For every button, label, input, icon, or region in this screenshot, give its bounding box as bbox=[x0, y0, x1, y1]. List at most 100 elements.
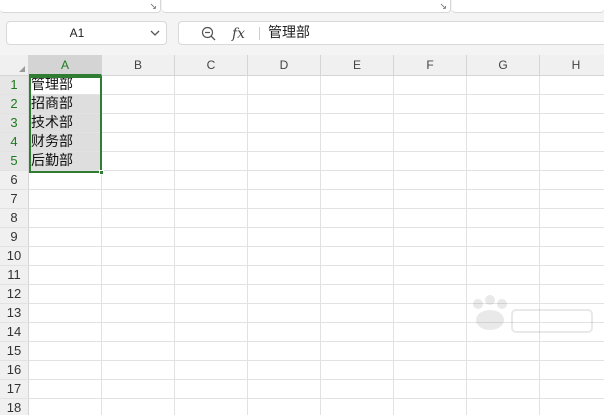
cell-g1[interactable] bbox=[467, 76, 540, 95]
cell-b11[interactable] bbox=[102, 266, 175, 285]
cell-f11[interactable] bbox=[394, 266, 467, 285]
cell-d12[interactable] bbox=[248, 285, 321, 304]
name-box-value[interactable]: A1 bbox=[7, 22, 147, 44]
cell-e14[interactable] bbox=[321, 323, 394, 342]
cell-d17[interactable] bbox=[248, 380, 321, 399]
cell-g16[interactable] bbox=[467, 361, 540, 380]
column-header-h[interactable]: H bbox=[540, 55, 604, 76]
column-header-b[interactable]: B bbox=[102, 55, 175, 76]
cell-c7[interactable] bbox=[175, 190, 248, 209]
cell-b7[interactable] bbox=[102, 190, 175, 209]
cell-h17[interactable] bbox=[540, 380, 604, 399]
cell-d9[interactable] bbox=[248, 228, 321, 247]
cell-c3[interactable] bbox=[175, 114, 248, 133]
cell-c8[interactable] bbox=[175, 209, 248, 228]
cell-e13[interactable] bbox=[321, 304, 394, 323]
cell-c17[interactable] bbox=[175, 380, 248, 399]
cell-h2[interactable] bbox=[540, 95, 604, 114]
cell-e7[interactable] bbox=[321, 190, 394, 209]
cell-e5[interactable] bbox=[321, 152, 394, 171]
cell-b6[interactable] bbox=[102, 171, 175, 190]
cell-f6[interactable] bbox=[394, 171, 467, 190]
cell-g7[interactable] bbox=[467, 190, 540, 209]
cell-a11[interactable] bbox=[29, 266, 102, 285]
cell-d3[interactable] bbox=[248, 114, 321, 133]
cell-b10[interactable] bbox=[102, 247, 175, 266]
cell-d16[interactable] bbox=[248, 361, 321, 380]
row-header-15[interactable]: 15 bbox=[0, 342, 29, 361]
cell-a9[interactable] bbox=[29, 228, 102, 247]
cell-d2[interactable] bbox=[248, 95, 321, 114]
cell-e4[interactable] bbox=[321, 133, 394, 152]
cell-h8[interactable] bbox=[540, 209, 604, 228]
row-header-5[interactable]: 5 bbox=[0, 152, 29, 171]
row-header-18[interactable]: 18 bbox=[0, 399, 29, 415]
cell-c4[interactable] bbox=[175, 133, 248, 152]
cell-f12[interactable] bbox=[394, 285, 467, 304]
cell-g17[interactable] bbox=[467, 380, 540, 399]
spreadsheet-grid[interactable]: A B C D E F G H 1 管理部 2 招商部 3 技术部 4 财务部 5 后勤部 6 7 8 9 10 11 12 13… bbox=[0, 55, 604, 415]
cell-h4[interactable] bbox=[540, 133, 604, 152]
cell-a10[interactable] bbox=[29, 247, 102, 266]
cell-g3[interactable] bbox=[467, 114, 540, 133]
cell-a6[interactable] bbox=[29, 171, 102, 190]
cell-h16[interactable] bbox=[540, 361, 604, 380]
cell-f10[interactable] bbox=[394, 247, 467, 266]
cell-a1[interactable]: 管理部 bbox=[29, 76, 102, 95]
cell-d10[interactable] bbox=[248, 247, 321, 266]
formula-input[interactable]: 管理部 bbox=[268, 22, 310, 44]
row-header-10[interactable]: 10 bbox=[0, 247, 29, 266]
cell-d7[interactable] bbox=[248, 190, 321, 209]
cell-e3[interactable] bbox=[321, 114, 394, 133]
cell-c5[interactable] bbox=[175, 152, 248, 171]
cell-c9[interactable] bbox=[175, 228, 248, 247]
dialog-launcher-icon[interactable]: ↘ bbox=[439, 2, 447, 12]
cell-h3[interactable] bbox=[540, 114, 604, 133]
cell-h11[interactable] bbox=[540, 266, 604, 285]
cell-g4[interactable] bbox=[467, 133, 540, 152]
zoom-icon[interactable] bbox=[201, 26, 216, 41]
cell-c15[interactable] bbox=[175, 342, 248, 361]
cell-a5[interactable]: 后勤部 bbox=[29, 152, 102, 171]
cell-c10[interactable] bbox=[175, 247, 248, 266]
cell-a2[interactable]: 招商部 bbox=[29, 95, 102, 114]
cell-d14[interactable] bbox=[248, 323, 321, 342]
cell-d15[interactable] bbox=[248, 342, 321, 361]
column-header-a[interactable]: A bbox=[29, 55, 102, 76]
cell-f8[interactable] bbox=[394, 209, 467, 228]
cell-c11[interactable] bbox=[175, 266, 248, 285]
cell-b8[interactable] bbox=[102, 209, 175, 228]
cell-f3[interactable] bbox=[394, 114, 467, 133]
cell-h18[interactable] bbox=[540, 399, 604, 415]
cell-b9[interactable] bbox=[102, 228, 175, 247]
select-all-corner[interactable] bbox=[0, 55, 29, 76]
cell-g6[interactable] bbox=[467, 171, 540, 190]
cell-f4[interactable] bbox=[394, 133, 467, 152]
row-header-1[interactable]: 1 bbox=[0, 76, 29, 95]
row-header-9[interactable]: 9 bbox=[0, 228, 29, 247]
cell-a17[interactable] bbox=[29, 380, 102, 399]
column-header-g[interactable]: G bbox=[467, 55, 540, 76]
cell-a15[interactable] bbox=[29, 342, 102, 361]
cell-f18[interactable] bbox=[394, 399, 467, 415]
row-header-2[interactable]: 2 bbox=[0, 95, 29, 114]
cell-e17[interactable] bbox=[321, 380, 394, 399]
cell-a12[interactable] bbox=[29, 285, 102, 304]
cell-b4[interactable] bbox=[102, 133, 175, 152]
cell-b14[interactable] bbox=[102, 323, 175, 342]
cell-d1[interactable] bbox=[248, 76, 321, 95]
name-box[interactable]: A1 bbox=[6, 21, 167, 45]
row-header-7[interactable]: 7 bbox=[0, 190, 29, 209]
cell-b17[interactable] bbox=[102, 380, 175, 399]
row-header-6[interactable]: 6 bbox=[0, 171, 29, 190]
row-header-8[interactable]: 8 bbox=[0, 209, 29, 228]
cell-f2[interactable] bbox=[394, 95, 467, 114]
row-header-12[interactable]: 12 bbox=[0, 285, 29, 304]
cell-g9[interactable] bbox=[467, 228, 540, 247]
cell-a3[interactable]: 技术部 bbox=[29, 114, 102, 133]
cell-e1[interactable] bbox=[321, 76, 394, 95]
cell-b1[interactable] bbox=[102, 76, 175, 95]
cell-f13[interactable] bbox=[394, 304, 467, 323]
cell-c16[interactable] bbox=[175, 361, 248, 380]
row-header-3[interactable]: 3 bbox=[0, 114, 29, 133]
